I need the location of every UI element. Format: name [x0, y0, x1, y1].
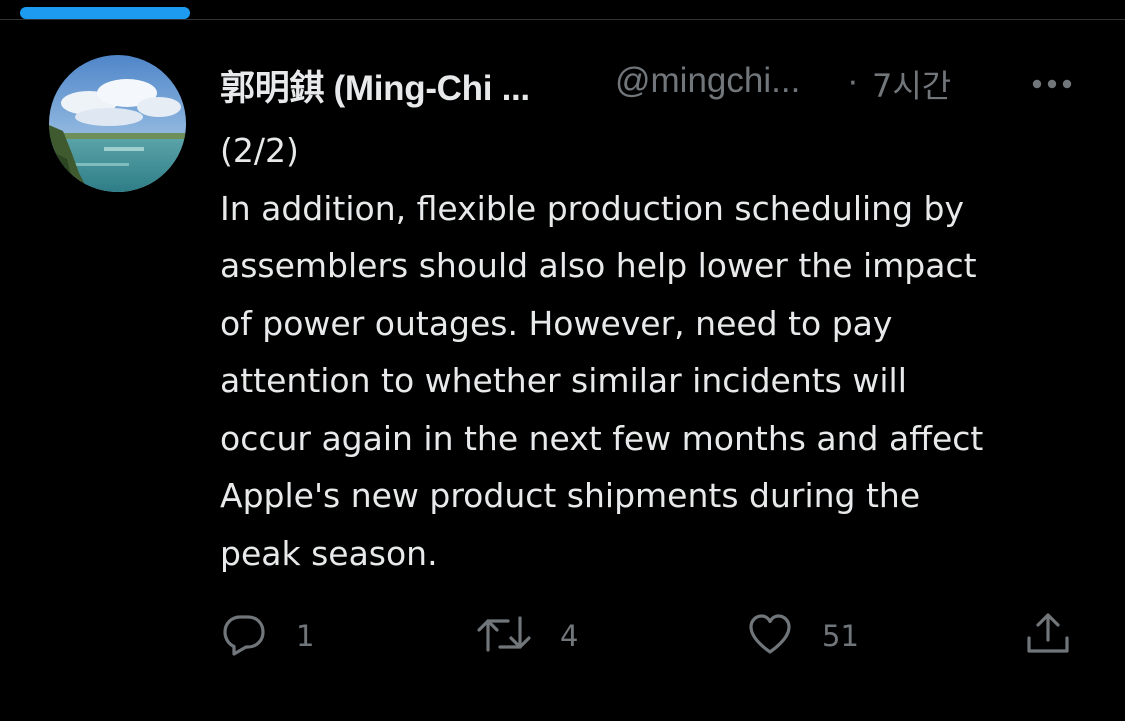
author-handle[interactable]: @mingchi... [615, 61, 800, 101]
heart-icon [746, 610, 794, 662]
retweet-count: 4 [560, 619, 579, 653]
tweet-line: In addition, flexible production schedul… [220, 188, 964, 228]
tweet-text: (2/2) In addition, flexible production s… [220, 122, 1100, 582]
tweet-actions: 1 4 51 [218, 610, 1078, 666]
like-button[interactable]: 51 [746, 610, 859, 662]
reply-icon [220, 610, 268, 662]
like-count: 51 [822, 619, 859, 653]
more-horizontal-icon[interactable] [1028, 68, 1076, 100]
avatar[interactable] [49, 55, 186, 192]
tweet-line: of power outages. However, need to pay [220, 303, 893, 343]
author-name[interactable]: 郭明錤 (Ming-Chi ... [220, 60, 530, 111]
retweet-icon [476, 610, 532, 662]
retweet-button[interactable]: 4 [476, 610, 578, 662]
tweet-line: attention to whether similar incidents w… [220, 361, 907, 400]
tweet-line: Apple's new product shipments during the [220, 476, 921, 515]
divider [0, 19, 1125, 20]
tweet-line: peak season. [220, 533, 438, 573]
timestamp[interactable]: 7시간 [872, 61, 951, 107]
reply-count: 1 [296, 619, 315, 653]
separator-dot: · [847, 61, 859, 100]
tab-indicator [20, 7, 190, 19]
tweet-line: occur again in the next few months and a… [220, 418, 984, 458]
reply-button[interactable]: 1 [220, 610, 314, 662]
share-button[interactable] [1024, 610, 1072, 662]
tweet-line: assemblers should also help lower the im… [220, 246, 977, 285]
tweet-line: (2/2) [220, 131, 299, 170]
share-icon [1024, 610, 1072, 662]
top-bar [0, 0, 1125, 24]
tweet-header: 郭明錤 (Ming-Chi ... @mingchi... · 7시간 [220, 58, 1080, 108]
avatar-image [49, 55, 186, 192]
